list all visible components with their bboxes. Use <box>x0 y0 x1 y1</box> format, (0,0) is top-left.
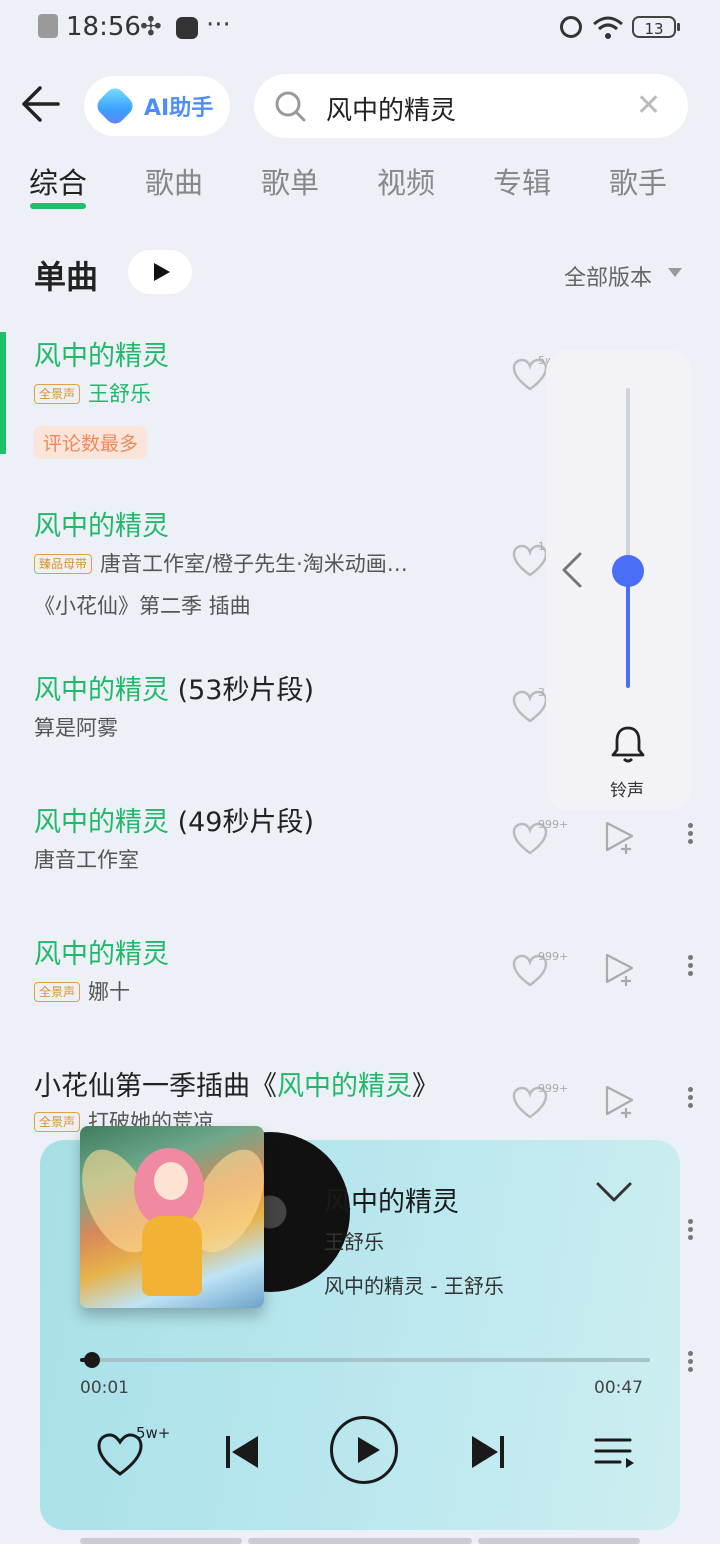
song-artist[interactable]: 唐音工作室/橙子先生·淘米动画… <box>100 552 408 576</box>
song-title[interactable]: 小花仙第一季插曲《风中的精灵》 <box>34 1064 439 1103</box>
music-app-icon <box>176 17 198 39</box>
song-title[interactable]: 风中的精灵 <box>34 334 169 373</box>
quality-badge: 全景声 <box>34 384 81 404</box>
quality-badge: 臻品母带 <box>34 554 93 574</box>
quality-badge: 全景声 <box>34 982 81 1002</box>
more-options-icon[interactable] <box>686 820 694 854</box>
player-like-count: 5w+ <box>136 1424 171 1442</box>
version-filter[interactable]: 全部版本 <box>564 260 652 292</box>
volume-slider-fill <box>626 571 630 688</box>
tab-albums[interactable]: 专辑 <box>493 160 551 202</box>
search-query: 风中的精灵 <box>326 96 457 126</box>
playlist-queue-icon[interactable] <box>592 1432 636 1472</box>
search-icon <box>275 91 306 122</box>
chevron-left-icon[interactable] <box>560 550 584 590</box>
like-count: 3 <box>538 686 545 699</box>
play-all-button[interactable] <box>128 250 192 294</box>
song-title[interactable]: 风中的精灵 <box>34 504 169 543</box>
like-count: 999+ <box>538 1082 569 1095</box>
song-artist[interactable]: 算是阿雾 <box>34 712 118 742</box>
add-to-playlist-icon[interactable] <box>604 952 636 988</box>
wifi-icon <box>593 16 623 39</box>
song-artist[interactable]: 王舒乐 <box>88 382 151 406</box>
search-tabs: 综合 歌曲 歌单 视频 专辑 歌手 <box>0 150 720 210</box>
now-playing-indicator <box>0 332 6 454</box>
total-time: 00:47 <box>594 1378 643 1398</box>
home-indicator <box>248 1538 472 1544</box>
tab-playlists[interactable]: 歌单 <box>261 160 319 202</box>
next-track-icon[interactable] <box>468 1432 508 1472</box>
ai-logo-icon <box>93 84 137 128</box>
more-options-icon[interactable] <box>686 1084 694 1118</box>
more-options-icon[interactable] <box>686 952 694 986</box>
previous-track-icon[interactable] <box>222 1432 262 1472</box>
play-pause-button[interactable] <box>330 1416 398 1484</box>
alarm-icon <box>560 16 582 38</box>
caret-down-icon <box>668 268 682 277</box>
more-options-icon[interactable] <box>686 1348 694 1382</box>
tab-videos[interactable]: 视频 <box>377 160 435 202</box>
battery-icon: 13 <box>632 16 680 38</box>
like-count: 1 <box>538 540 545 553</box>
progress-bar[interactable] <box>80 1358 650 1362</box>
song-title[interactable]: 风中的精灵 (53秒片段) <box>34 668 314 707</box>
player-song-title: 风中的精灵 <box>324 1187 459 1218</box>
home-indicator <box>80 1538 242 1544</box>
current-time: 00:01 <box>80 1378 129 1398</box>
comment-tag: 评论数最多 <box>34 426 148 459</box>
like-count: 999+ <box>538 818 569 831</box>
song-meta: 臻品母带 唐音工作室/橙子先生·淘米动画… <box>34 548 408 578</box>
now-playing-card[interactable]: 风中的精灵 王舒乐 风中的精灵 - 王舒乐 00:01 00:47 5w+ <box>40 1126 680 1530</box>
ringtone-label: 铃声 <box>610 781 644 801</box>
player-artist[interactable]: 王舒乐 <box>324 1226 384 1255</box>
fan-icon: ✣ <box>140 12 162 42</box>
status-time: 18:56 <box>66 12 141 42</box>
more-options-icon[interactable] <box>686 1216 694 1250</box>
ai-assistant-button[interactable]: AI助手 <box>84 76 230 136</box>
more-status-icon: ··· <box>206 10 231 40</box>
song-title[interactable]: 风中的精灵 <box>34 932 169 971</box>
song-title[interactable]: 风中的精灵 (49秒片段) <box>34 800 314 839</box>
home-indicator <box>478 1538 640 1544</box>
notification-icon <box>38 14 58 38</box>
status-bar: 18:56 ✣ ··· 13 <box>0 0 720 56</box>
song-artist[interactable]: 娜十 <box>88 980 130 1004</box>
ai-assistant-label: AI助手 <box>144 96 214 121</box>
album-cover[interactable] <box>80 1126 264 1308</box>
quality-badge: 全景声 <box>34 1112 81 1132</box>
search-input[interactable]: 风中的精灵 ✕ <box>254 74 688 138</box>
section-title: 单曲 <box>34 258 99 296</box>
active-tab-indicator <box>30 203 86 209</box>
tab-songs[interactable]: 歌曲 <box>145 160 203 202</box>
add-to-playlist-icon[interactable] <box>604 820 636 856</box>
progress-handle[interactable] <box>84 1352 100 1368</box>
back-arrow-icon[interactable] <box>18 82 62 126</box>
volume-slider-handle[interactable] <box>612 555 644 587</box>
ringtone-volume-panel: 铃声 <box>546 350 692 810</box>
song-artist[interactable]: 唐音工作室 <box>34 844 139 874</box>
tab-overall[interactable]: 综合 <box>29 160 87 202</box>
bell-icon[interactable] <box>610 724 646 764</box>
like-count: 999+ <box>538 950 569 963</box>
clear-search-icon[interactable]: ✕ <box>636 88 661 123</box>
chevron-down-icon[interactable] <box>596 1180 632 1204</box>
tab-artists[interactable]: 歌手 <box>609 160 667 202</box>
song-meta: 全景声 娜十 <box>34 976 130 1006</box>
player-lyric-line: 风中的精灵 - 王舒乐 <box>324 1274 504 1298</box>
song-meta: 全景声 王舒乐 <box>34 378 151 408</box>
add-to-playlist-icon[interactable] <box>604 1084 636 1120</box>
song-album-note: 《小花仙》第二季 插曲 <box>34 594 251 618</box>
